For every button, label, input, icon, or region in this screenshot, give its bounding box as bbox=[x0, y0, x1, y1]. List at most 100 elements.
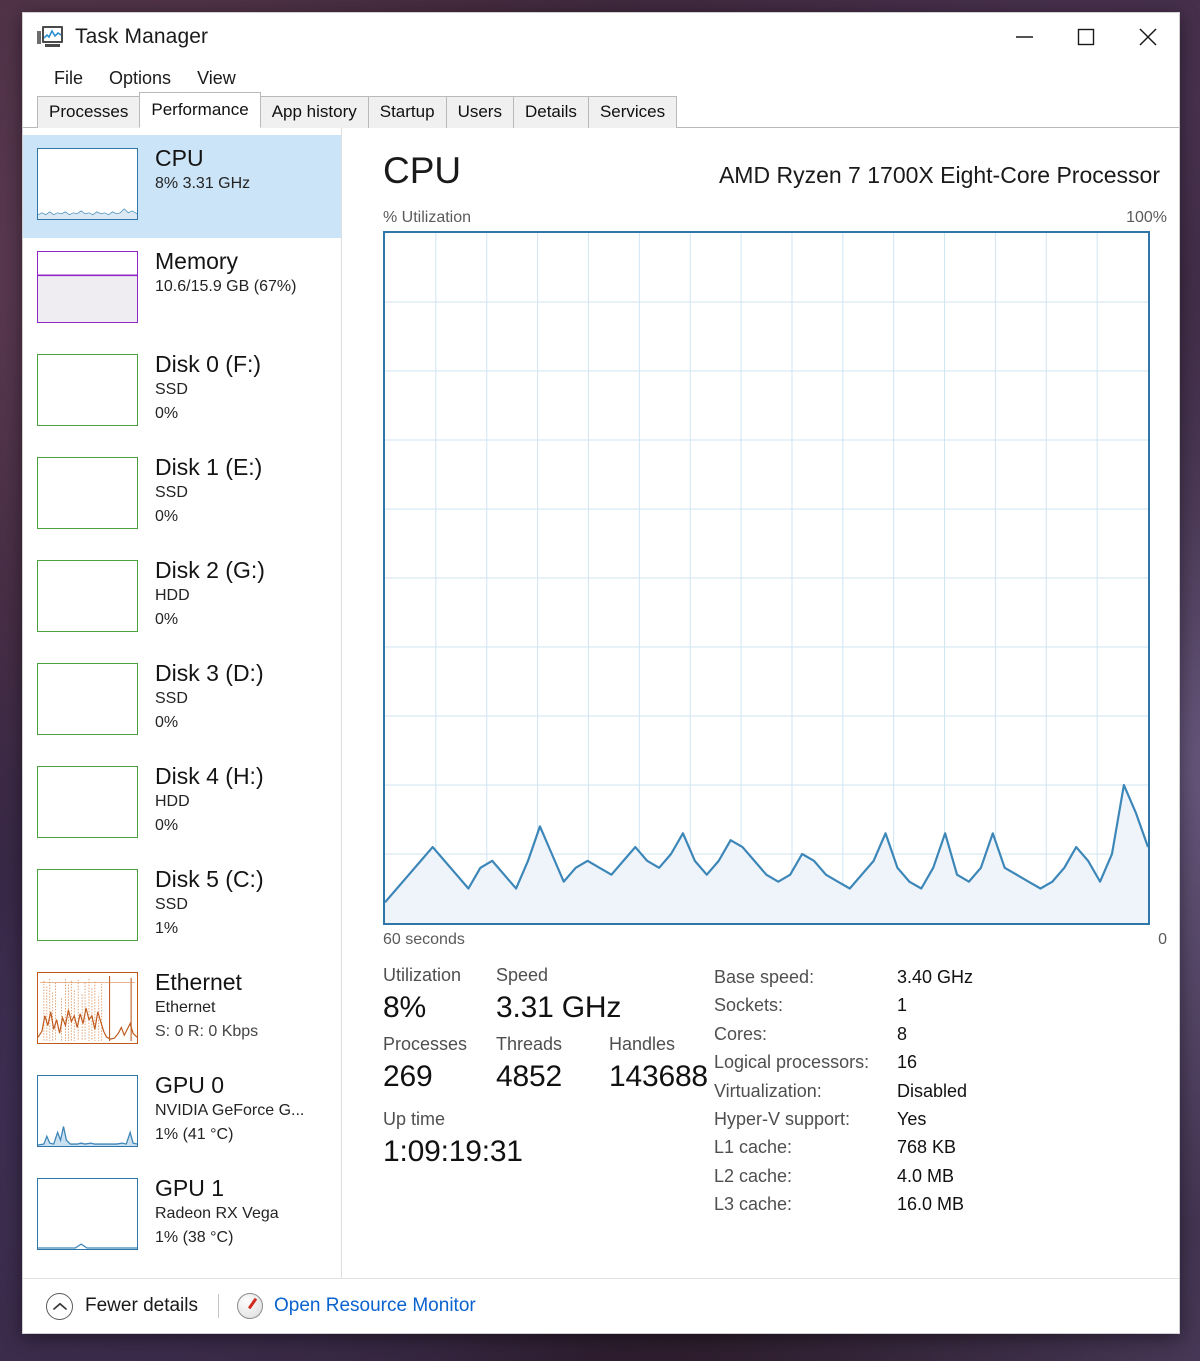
tab-processes[interactable]: Processes bbox=[37, 96, 141, 128]
menu-file[interactable]: File bbox=[43, 65, 94, 92]
spec-hyperv-support-label: Hyper-V support: bbox=[714, 1109, 851, 1130]
sidebar-disk-5-type: SSD bbox=[155, 896, 188, 913]
sidebar-disk-1-title: Disk 1 (E:) bbox=[155, 454, 263, 480]
spec-l2-cache-label: L2 cache: bbox=[714, 1165, 793, 1186]
sidebar-disk-3-title: Disk 3 (D:) bbox=[155, 660, 264, 686]
x-axis-end: 0 bbox=[1158, 931, 1167, 948]
open-resource-monitor-label: Open Resource Monitor bbox=[274, 1295, 476, 1316]
close-button[interactable] bbox=[1117, 13, 1179, 61]
sidebar-item-gpu-0[interactable]: GPU 0 NVIDIA GeForce G... 1% (41 °C) bbox=[23, 1062, 341, 1165]
sidebar-gpu-1-stat: 1% (38 °C) bbox=[155, 1229, 234, 1246]
tab-startup[interactable]: Startup bbox=[367, 96, 447, 128]
sidebar-disk-3-usage: 0% bbox=[155, 714, 179, 731]
spec-hyperv-support: Hyper-V support: Yes bbox=[714, 1105, 1044, 1133]
sidebar-gpu-0-title: GPU 0 bbox=[155, 1072, 225, 1098]
disk-2-thumbnail-graph bbox=[37, 560, 138, 632]
stat-processes-value: 269 bbox=[383, 1060, 433, 1093]
spec-l1-cache-label: L1 cache: bbox=[714, 1137, 793, 1158]
panel-header: CPU AMD Ryzen 7 1700X Eight-Core Process… bbox=[383, 150, 1165, 192]
spec-base-speed-label: Base speed: bbox=[714, 967, 815, 987]
disk-0-thumbnail-graph bbox=[37, 354, 138, 426]
sidebar-gpu-1-model: Radeon RX Vega bbox=[155, 1205, 279, 1222]
y-axis-max: 100% bbox=[1126, 209, 1167, 226]
minimize-icon bbox=[1015, 36, 1033, 38]
spec-logical-processors-label: Logical processors: bbox=[714, 1052, 870, 1073]
spec-logical-processors-value: 16 bbox=[897, 1052, 918, 1073]
stat-speed: Speed 3.31 GHz bbox=[496, 963, 621, 1028]
spec-l2-cache: L2 cache: 4.0 MB bbox=[714, 1162, 1044, 1190]
disk-1-thumbnail-graph bbox=[37, 457, 138, 529]
sidebar-item-disk-2[interactable]: Disk 2 (G:) HDD 0% bbox=[23, 547, 341, 650]
tab-services[interactable]: Services bbox=[587, 96, 678, 128]
fewer-details-button[interactable]: Fewer details bbox=[46, 1292, 198, 1320]
spec-l3-cache: L3 cache: 16.0 MB bbox=[714, 1190, 1044, 1218]
stat-threads-label: Threads bbox=[496, 1034, 563, 1054]
spec-cores-label: Cores: bbox=[714, 1023, 768, 1044]
sidebar-item-gpu-1[interactable]: GPU 1 Radeon RX Vega 1% (38 °C) bbox=[23, 1165, 341, 1268]
spec-logical-processors: Logical processors: 16 bbox=[714, 1048, 1044, 1076]
stat-uptime-value: 1:09:19:31 bbox=[383, 1135, 523, 1168]
spec-sockets-value: 1 bbox=[897, 995, 908, 1016]
sidebar-ethernet-rate: S: 0 R: 0 Kbps bbox=[155, 1023, 259, 1040]
tab-performance[interactable]: Performance bbox=[139, 92, 261, 128]
menu-options[interactable]: Options bbox=[98, 65, 182, 92]
sidebar-memory-title: Memory bbox=[155, 248, 239, 274]
task-manager-window: Task Manager File Options View Processes… bbox=[22, 12, 1180, 1334]
gpu-1-thumbnail-graph bbox=[37, 1178, 138, 1250]
sidebar-disk-1-type: SSD bbox=[155, 484, 188, 501]
tab-strip: Processes Performance App history Startu… bbox=[23, 92, 1179, 128]
sidebar-item-cpu[interactable]: CPU 8% 3.31 GHz bbox=[23, 135, 341, 238]
device-name: AMD Ryzen 7 1700X Eight-Core Processor bbox=[718, 162, 1160, 188]
sidebar-disk-5-usage: 1% bbox=[155, 920, 179, 937]
sidebar-item-disk-3[interactable]: Disk 3 (D:) SSD 0% bbox=[23, 650, 341, 753]
spec-virtualization-value: Disabled bbox=[897, 1080, 968, 1101]
resource-list[interactable]: CPU 8% 3.31 GHz Memory 10.6/15.9 GB (67%… bbox=[23, 128, 342, 1280]
maximize-icon bbox=[1077, 28, 1095, 46]
spec-virtualization-label: Virtualization: bbox=[714, 1080, 822, 1101]
sidebar-ethernet-type: Ethernet bbox=[155, 999, 216, 1016]
maximize-button[interactable] bbox=[1055, 13, 1117, 61]
menu-bar: File Options View bbox=[23, 61, 1179, 95]
fewer-details-label: Fewer details bbox=[85, 1295, 198, 1316]
page-title: CPU bbox=[383, 150, 462, 191]
spec-l2-cache-value: 4.0 MB bbox=[897, 1165, 955, 1186]
tab-users[interactable]: Users bbox=[445, 96, 514, 128]
sidebar-disk-0-usage: 0% bbox=[155, 405, 179, 422]
sidebar-gpu-0-stat: 1% (41 °C) bbox=[155, 1126, 234, 1143]
window-controls bbox=[993, 13, 1179, 61]
sidebar-item-disk-1[interactable]: Disk 1 (E:) SSD 0% bbox=[23, 444, 341, 547]
spec-hyperv-support-value: Yes bbox=[897, 1109, 927, 1130]
stats-primary: Utilization 8% Speed 3.31 GHz Processes … bbox=[383, 963, 733, 1172]
open-resource-monitor-link[interactable]: Open Resource Monitor bbox=[237, 1293, 476, 1319]
content-area: CPU 8% 3.31 GHz Memory 10.6/15.9 GB (67%… bbox=[23, 128, 1179, 1280]
spec-cores-value: 8 bbox=[897, 1023, 908, 1044]
stat-handles: Handles 143688 bbox=[609, 1032, 722, 1097]
minimize-button[interactable] bbox=[993, 13, 1055, 61]
stat-handles-label: Handles bbox=[609, 1034, 676, 1054]
sidebar-gpu-1-title: GPU 1 bbox=[155, 1175, 225, 1201]
menu-view[interactable]: View bbox=[186, 65, 247, 92]
stat-speed-label: Speed bbox=[496, 965, 549, 985]
sidebar-memory-stat: 10.6/15.9 GB (67%) bbox=[155, 278, 297, 295]
sidebar-item-disk-5[interactable]: Disk 5 (C:) SSD 1% bbox=[23, 856, 341, 959]
sidebar-disk-0-type: SSD bbox=[155, 381, 188, 398]
sidebar-disk-4-title: Disk 4 (H:) bbox=[155, 763, 264, 789]
sidebar-item-ethernet[interactable]: Ethernet Ethernet S: 0 R: 0 Kbps bbox=[23, 959, 341, 1062]
sidebar-disk-2-title: Disk 2 (G:) bbox=[155, 557, 265, 583]
cpu-utilization-graph bbox=[383, 231, 1150, 925]
resource-monitor-icon bbox=[237, 1293, 263, 1319]
sidebar-disk-3-type: SSD bbox=[155, 690, 188, 707]
stat-threads: Threads 4852 bbox=[496, 1032, 609, 1097]
sidebar-item-memory[interactable]: Memory 10.6/15.9 GB (67%) bbox=[23, 238, 341, 341]
sidebar-item-disk-0[interactable]: Disk 0 (F:) SSD 0% bbox=[23, 341, 341, 444]
stat-uptime: Up time 1:09:19:31 bbox=[383, 1107, 733, 1172]
graph-bottom-axis: 60 seconds 0 bbox=[383, 931, 1167, 949]
sidebar-cpu-stat: 8% 3.31 GHz bbox=[155, 175, 251, 192]
sidebar-disk-5-title: Disk 5 (C:) bbox=[155, 866, 264, 892]
tab-details[interactable]: Details bbox=[512, 96, 589, 128]
sidebar-disk-1-usage: 0% bbox=[155, 508, 179, 525]
tab-app-history[interactable]: App history bbox=[259, 96, 369, 128]
cpu-thumbnail-graph bbox=[37, 148, 138, 220]
sidebar-item-disk-4[interactable]: Disk 4 (H:) HDD 0% bbox=[23, 753, 341, 856]
y-axis-label: % Utilization bbox=[383, 209, 472, 226]
